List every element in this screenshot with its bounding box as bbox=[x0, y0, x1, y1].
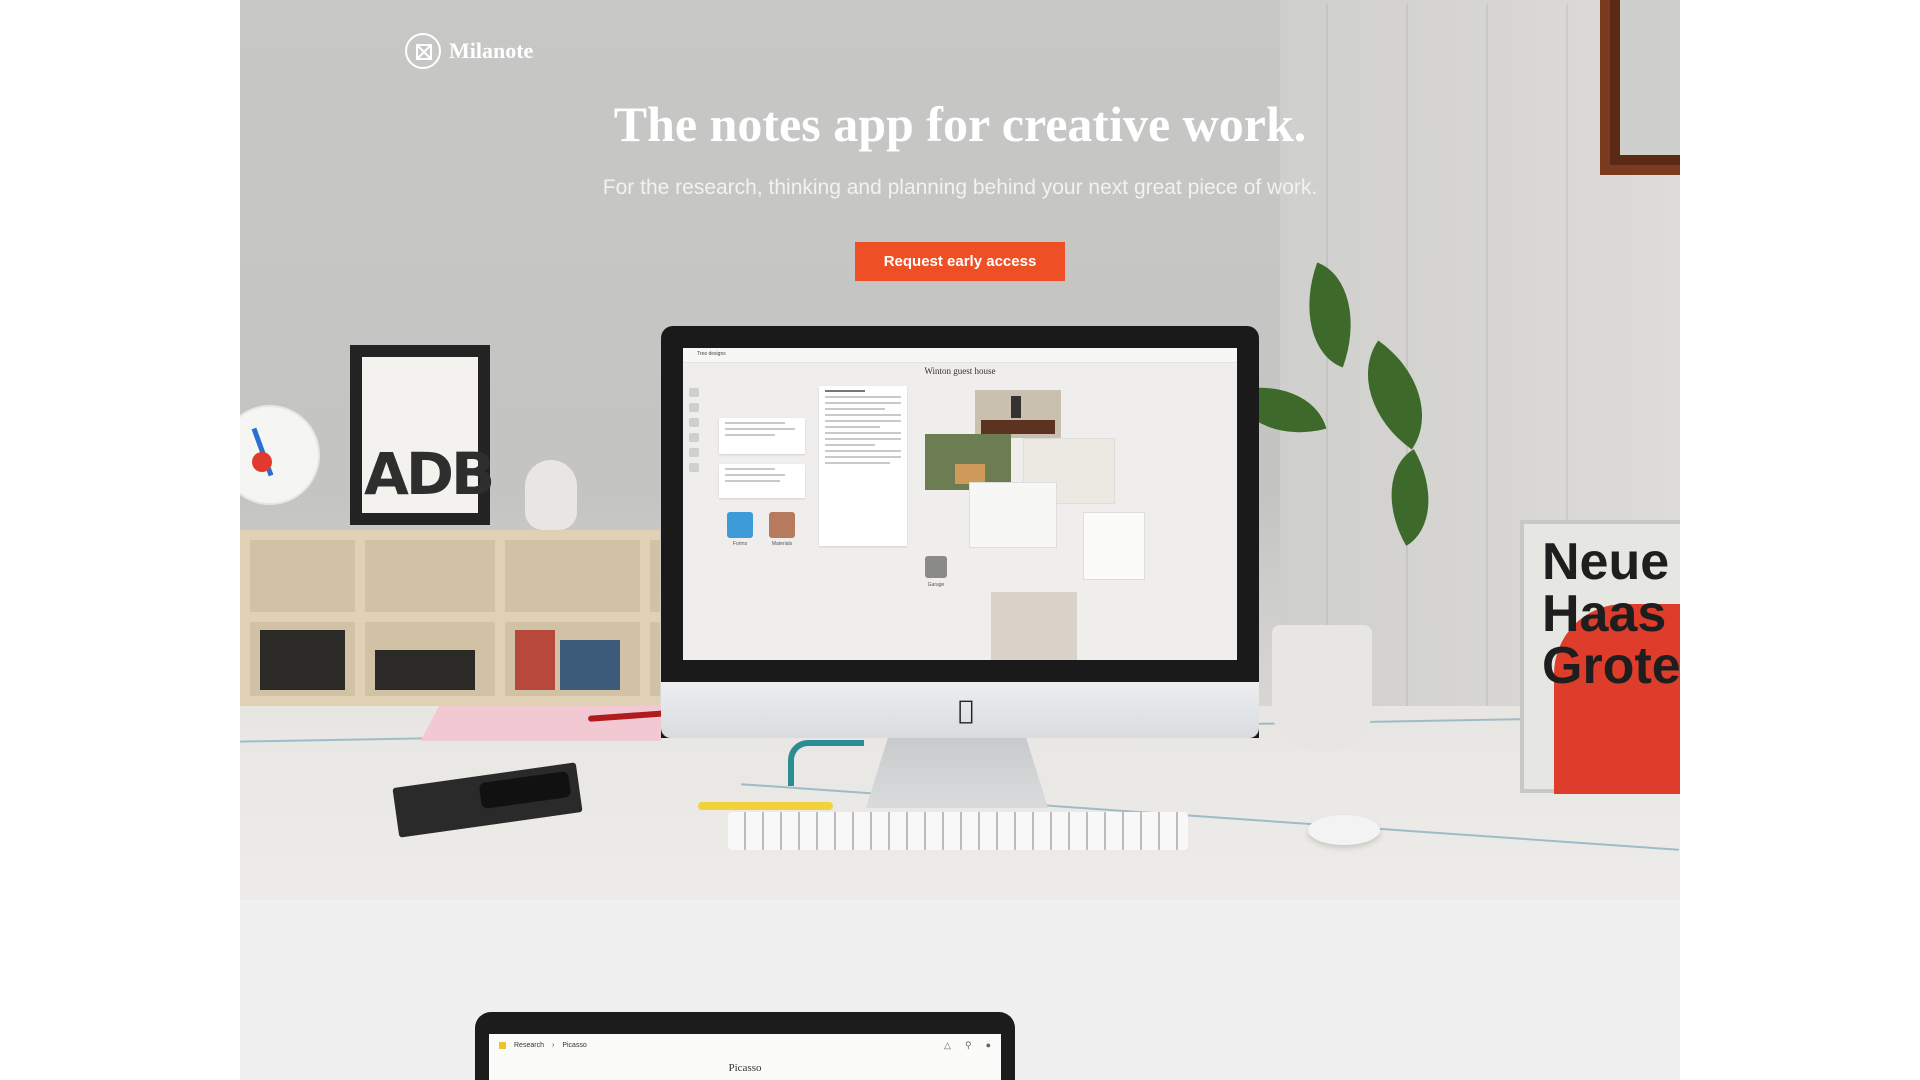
hero-headline: The notes app for creative work. bbox=[613, 96, 1307, 152]
poster-text: Neue Haas Grote bbox=[1542, 533, 1680, 695]
garage-board-label: Garage bbox=[927, 582, 945, 588]
skull-ornament bbox=[525, 460, 577, 530]
neue-haas-poster: Neue Haas Grote bbox=[1520, 520, 1680, 794]
adb-poster-frame: ADB bbox=[350, 345, 495, 525]
breadcrumb-root[interactable]: Research bbox=[514, 1042, 544, 1049]
landing-page: ADB Neue Haas Grote  Tree de bbox=[240, 0, 1680, 1080]
bell-icon[interactable]: △ bbox=[944, 1040, 951, 1051]
laptop-breadcrumb: Research › Picasso bbox=[499, 1042, 587, 1049]
quote-card bbox=[719, 418, 805, 454]
elevation-image bbox=[1083, 512, 1145, 580]
interior-photo bbox=[991, 592, 1077, 660]
imac-screen: Tree designs Winton guest house Forms Ma… bbox=[683, 348, 1237, 660]
model-photo bbox=[975, 390, 1061, 438]
garage-board-icon[interactable] bbox=[925, 556, 947, 578]
checklist-card bbox=[719, 464, 805, 498]
laptop-screen: Research › Picasso △ ⚲ ● Picasso bbox=[489, 1034, 1001, 1080]
yellow-pen bbox=[698, 802, 833, 810]
milanote-logo-icon bbox=[405, 33, 441, 69]
forms-board-icon[interactable] bbox=[727, 512, 753, 538]
user-icon[interactable]: ● bbox=[986, 1040, 991, 1051]
materials-board-label: Materials bbox=[771, 541, 793, 547]
brand-name: Milanote bbox=[449, 38, 534, 63]
materials-text-card bbox=[819, 386, 907, 546]
mouse bbox=[1308, 815, 1380, 845]
imac-stand bbox=[866, 738, 1048, 808]
breadcrumb-child[interactable]: Picasso bbox=[562, 1042, 587, 1049]
adb-poster-text: ADB bbox=[364, 440, 495, 508]
laptop-toolbar-icons: △ ⚲ ● bbox=[944, 1040, 991, 1051]
apple-icon:  bbox=[958, 696, 974, 726]
forms-board-label: Forms bbox=[732, 541, 748, 547]
hero-section: ADB Neue Haas Grote  Tree de bbox=[240, 0, 1680, 900]
laptop-board-title: Picasso bbox=[728, 1062, 762, 1074]
floorplan-image bbox=[969, 482, 1057, 548]
hero-subheadline: For the research, thinking and planning … bbox=[602, 176, 1318, 199]
plant-pot bbox=[1272, 625, 1372, 750]
bookshelf bbox=[240, 530, 660, 706]
request-early-access-button[interactable]: Request early access bbox=[855, 242, 1065, 281]
keyboard bbox=[728, 812, 1188, 850]
milanote-logo[interactable]: Milanote bbox=[405, 33, 533, 69]
chevron-right-icon: › bbox=[551, 1042, 555, 1049]
pink-paper bbox=[420, 705, 680, 741]
search-icon[interactable]: ⚲ bbox=[965, 1040, 972, 1051]
board-title: Winton guest house bbox=[924, 366, 996, 376]
materials-board-icon[interactable] bbox=[769, 512, 795, 538]
board-color-icon bbox=[499, 1042, 506, 1049]
power-cable bbox=[788, 740, 864, 786]
app-sidebar bbox=[689, 382, 703, 652]
app-toolbar: Tree designs bbox=[683, 348, 1237, 363]
wall-clock bbox=[240, 405, 320, 505]
app-breadcrumb: Tree designs bbox=[697, 351, 726, 357]
